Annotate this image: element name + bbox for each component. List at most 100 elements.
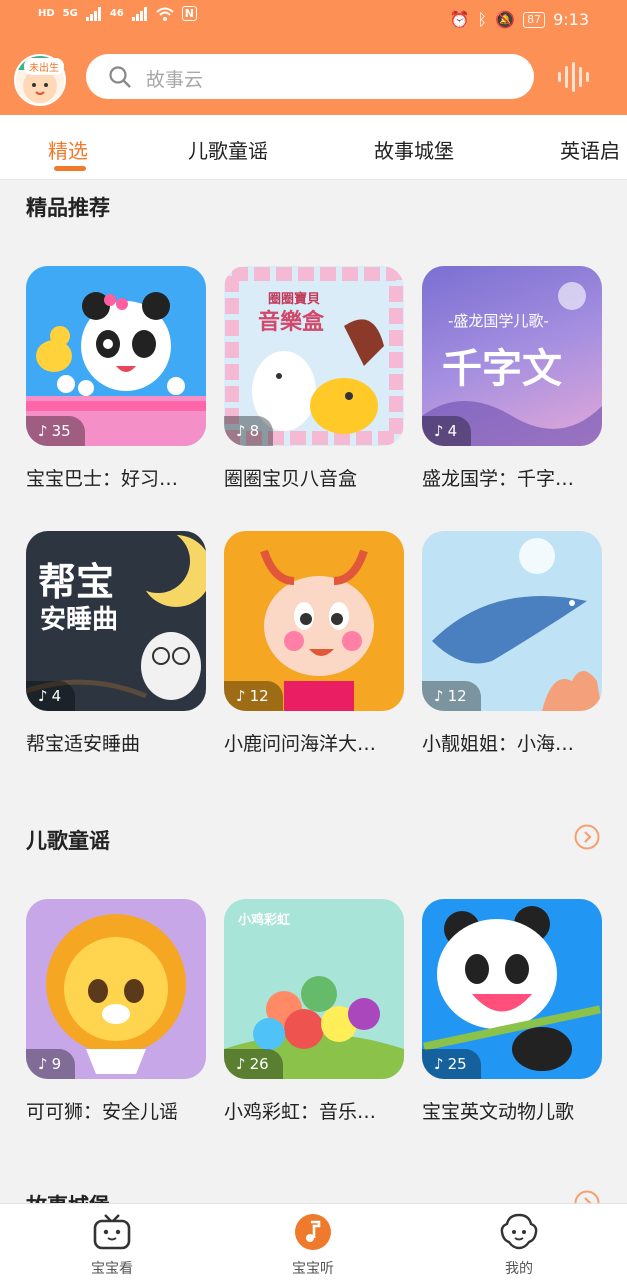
album-card[interactable]: ♪ 35 宝宝巴士：好习… xyxy=(26,266,206,491)
nfc-icon: N xyxy=(181,6,197,21)
music-note-icon xyxy=(295,1214,331,1250)
cover-text: 音樂盒 xyxy=(258,310,325,335)
music-note-icon: ♪ xyxy=(38,422,48,440)
tab-story-castle[interactable]: 故事城堡 xyxy=(374,135,454,164)
album-card[interactable]: 帮宝 安睡曲 ♪ 4 帮宝适安睡曲 xyxy=(26,531,206,756)
nav-label: 宝宝听 xyxy=(292,1261,334,1277)
section-title-featured: 精品推荐 xyxy=(26,196,110,220)
section-title-nursery: 儿歌童谣 xyxy=(26,829,110,853)
chevron-right-icon[interactable] xyxy=(574,824,600,850)
status-right: ⏰ ᛒ 🔕 87 9:13 xyxy=(450,10,589,29)
alarm-icon: ⏰ xyxy=(449,10,470,29)
cover-text: 千字文 xyxy=(442,346,562,392)
nav-label: 我的 xyxy=(505,1261,533,1277)
music-note-icon: ♪ xyxy=(434,422,444,440)
hd-label: HD xyxy=(38,8,55,19)
search-bar[interactable]: 故事云 xyxy=(86,54,534,99)
avatar-badge: 未出生 xyxy=(24,58,64,75)
album-cover: 帮宝 安睡曲 ♪ 4 xyxy=(26,531,206,711)
track-count-badge: ♪ 26 xyxy=(224,1049,283,1079)
clock: 9:13 xyxy=(553,10,589,29)
album-title: 小靓姐姐：小海… xyxy=(422,733,575,755)
cover-text: 小鸡彩虹 xyxy=(238,913,291,928)
music-note-icon: ♪ xyxy=(236,687,246,705)
bluetooth-icon: ᛒ xyxy=(477,10,488,29)
album-title: 小鹿问问海洋大… xyxy=(224,733,377,755)
track-count-badge: ♪ 4 xyxy=(422,416,472,446)
nav-label: 宝宝看 xyxy=(91,1261,133,1277)
music-note-icon: ♪ xyxy=(38,687,48,705)
face-icon xyxy=(500,1213,538,1250)
tab-nursery-rhymes[interactable]: 儿歌童谣 xyxy=(188,135,268,164)
bottom-nav: 宝宝看 宝宝听 我的 xyxy=(0,1203,627,1281)
voice-wave-icon[interactable] xyxy=(556,62,590,92)
search-input[interactable]: 故事云 xyxy=(146,65,203,92)
album-cover: -盛龙国学儿歌- 千字文 ♪ 4 xyxy=(422,266,602,446)
track-count-badge: ♪ 4 xyxy=(26,681,76,711)
track-count-badge: ♪ 25 xyxy=(422,1049,481,1079)
track-count: 4 xyxy=(51,687,62,705)
album-cover: 圈圈寶貝 音樂盒 ♪ 8 xyxy=(224,266,404,446)
tab-english[interactable]: 英语启 xyxy=(560,135,620,164)
track-count-badge: ♪ 35 xyxy=(26,416,85,446)
track-count: 35 xyxy=(51,422,71,440)
wifi-icon xyxy=(156,7,174,21)
track-count-badge: ♪ 12 xyxy=(224,681,283,711)
4g-label: 46 xyxy=(109,8,124,19)
album-card[interactable]: ♪ 9 可可狮：安全儿谣 xyxy=(26,899,206,1124)
music-note-icon: ♪ xyxy=(236,422,246,440)
track-count: 12 xyxy=(249,687,269,705)
album-cover: ♪ 9 xyxy=(26,899,206,1079)
album-card[interactable]: ♪ 12 小鹿问问海洋大… xyxy=(224,531,404,756)
album-title: 宝宝巴士：好习… xyxy=(26,468,179,490)
album-title: 小鸡彩虹：音乐… xyxy=(224,1101,377,1123)
cover-text: 帮宝 xyxy=(38,560,115,604)
album-title: 圈圈宝贝八音盒 xyxy=(224,468,358,490)
signal-icon-2 xyxy=(131,6,147,21)
5g-label: 5G xyxy=(62,8,78,19)
signal-icon xyxy=(85,6,101,21)
music-note-icon: ♪ xyxy=(434,687,444,705)
track-count-badge: ♪ 9 xyxy=(26,1049,76,1079)
album-cover: 小鸡彩虹 ♪ 26 xyxy=(224,899,404,1079)
track-count: 4 xyxy=(447,422,458,440)
track-count: 26 xyxy=(249,1055,269,1073)
track-count: 12 xyxy=(447,687,467,705)
album-title: 可可狮：安全儿谣 xyxy=(26,1101,179,1123)
header-bar: HD 5G 46 N ⏰ ᛒ 🔕 87 9:13 未出生 故事云 xyxy=(0,0,627,115)
album-title: 宝宝英文动物儿歌 xyxy=(422,1101,575,1123)
music-note-icon: ♪ xyxy=(38,1055,48,1073)
track-count-badge: ♪ 12 xyxy=(422,681,481,711)
album-cover: ♪ 25 xyxy=(422,899,602,1079)
music-note-icon: ♪ xyxy=(236,1055,246,1073)
album-title: 帮宝适安睡曲 xyxy=(26,733,141,755)
tab-indicator xyxy=(54,166,86,171)
album-title: 盛龙国学：千字… xyxy=(422,468,575,490)
status-bar: HD 5G 46 N ⏰ ᛒ 🔕 87 9:13 xyxy=(0,0,627,40)
album-cover: ♪ 12 xyxy=(224,531,404,711)
album-cover: ♪ 35 xyxy=(26,266,206,446)
tv-icon xyxy=(93,1214,131,1250)
album-cover: ♪ 12 xyxy=(422,531,602,711)
music-note-icon: ♪ xyxy=(434,1055,444,1073)
cover-text: 安睡曲 xyxy=(40,605,119,635)
album-card[interactable]: ♪ 12 小靓姐姐：小海… xyxy=(422,531,602,756)
cover-text: -盛龙国学儿歌- xyxy=(448,312,549,330)
track-count: 25 xyxy=(447,1055,467,1073)
category-tabs: 精选 儿歌童谣 故事城堡 英语启 xyxy=(0,115,627,180)
album-card[interactable]: ♪ 25 宝宝英文动物儿歌 xyxy=(422,899,602,1124)
track-count-badge: ♪ 8 xyxy=(224,416,274,446)
album-card[interactable]: -盛龙国学儿歌- 千字文 ♪ 4 盛龙国学：千字… xyxy=(422,266,602,491)
nav-listen[interactable]: 宝宝听 xyxy=(263,1212,363,1278)
tab-featured[interactable]: 精选 xyxy=(48,135,88,164)
track-count: 8 xyxy=(249,422,260,440)
search-icon xyxy=(109,66,131,88)
album-card[interactable]: 小鸡彩虹 ♪ 26 小鸡彩虹：音乐… xyxy=(224,899,404,1124)
album-card[interactable]: 圈圈寶貝 音樂盒 ♪ 8 圈圈宝贝八音盒 xyxy=(224,266,404,491)
track-count: 9 xyxy=(51,1055,62,1073)
nav-watch[interactable]: 宝宝看 xyxy=(62,1212,162,1278)
mute-icon: 🔕 xyxy=(495,10,516,29)
nav-mine[interactable]: 我的 xyxy=(469,1212,569,1278)
battery-icon: 87 xyxy=(523,11,546,28)
status-left: HD 5G 46 N xyxy=(38,6,197,21)
